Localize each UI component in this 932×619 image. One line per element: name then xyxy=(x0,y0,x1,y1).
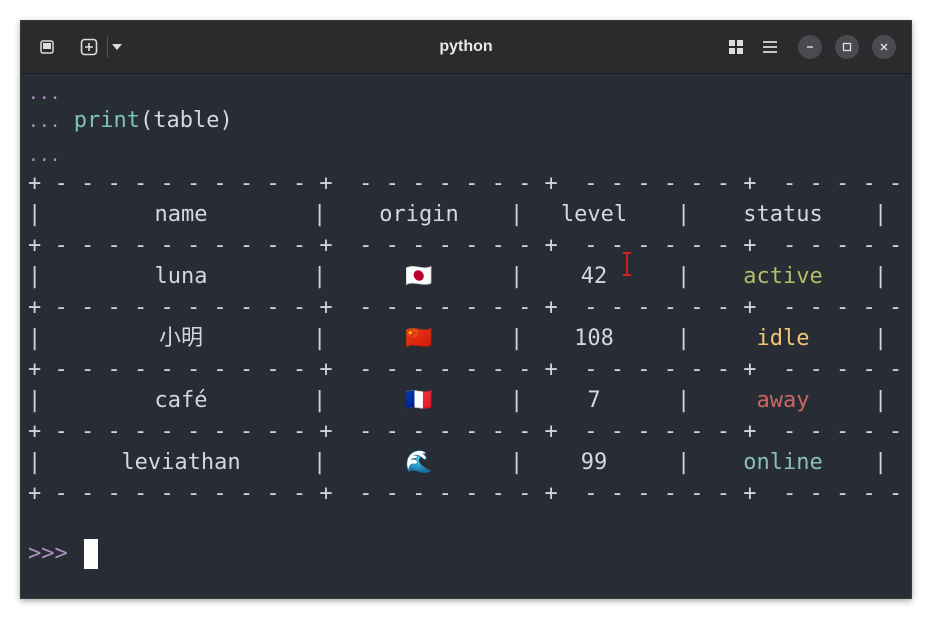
table-separator: | xyxy=(313,264,327,289)
row-1-cell-level: 42 xyxy=(580,264,608,289)
table-separator: | xyxy=(28,264,42,289)
command-line: ... print(table) xyxy=(28,109,233,133)
table-separator: | xyxy=(677,202,691,227)
close-icon xyxy=(880,43,888,51)
continuation-prompt: ... xyxy=(28,111,61,132)
row-1-cell-origin: 🇯🇵 xyxy=(405,264,433,289)
table-separator: | xyxy=(874,264,888,289)
table-separator: | xyxy=(313,388,327,413)
row-2-cell-status: idle xyxy=(756,326,810,351)
table-separator: | xyxy=(677,388,691,413)
command-args: (table) xyxy=(140,108,233,133)
row-3-cell-status: away xyxy=(756,388,810,413)
row-4-cell-origin: 🌊 xyxy=(405,450,433,475)
row-3-cell-name: café xyxy=(154,388,208,413)
table-separator: | xyxy=(677,450,691,475)
title-bar: python xyxy=(21,21,911,74)
terminal-window: python ... ... print(table) ... + - - - … xyxy=(20,20,912,599)
table-separator: | xyxy=(313,450,327,475)
ibeam-cursor-icon xyxy=(623,252,631,276)
terminal-output[interactable]: ... ... print(table) ... + - - - - - - -… xyxy=(21,74,911,598)
row-4-cell-level: 99 xyxy=(580,450,608,475)
row-4-cell-status: online xyxy=(743,450,823,475)
row-2-cell-name: 小明 xyxy=(158,326,203,351)
row-2-cell-origin: 🇨🇳 xyxy=(405,326,433,351)
row-3-cell-origin: 🇫🇷 xyxy=(405,388,433,413)
row-1-cell-name: luna xyxy=(154,264,208,289)
text-cursor xyxy=(84,539,98,569)
hamburger-menu-icon[interactable] xyxy=(759,36,781,58)
header-cell-status: status xyxy=(743,202,823,227)
table-border: + - - - - - - - - - - + - - - - - - - + … xyxy=(28,357,912,382)
table-border: + - - - - - - - - - - + - - - - - - - + … xyxy=(28,295,912,320)
table-separator: | xyxy=(874,326,888,351)
table-separator: | xyxy=(28,388,42,413)
close-button[interactable] xyxy=(872,35,896,59)
table-separator: | xyxy=(677,264,691,289)
header-cell-level: level xyxy=(560,202,628,227)
row-1-cell-status: active xyxy=(743,264,823,289)
table-separator: | xyxy=(313,326,327,351)
header-cell-origin: origin xyxy=(379,202,459,227)
table-border: + - - - - - - - - - - + - - - - - - - + … xyxy=(28,171,912,196)
row-2-cell-level: 108 xyxy=(574,326,614,351)
row-3-cell-level: 7 xyxy=(587,388,601,413)
minimize-icon xyxy=(807,46,813,48)
table-border: + - - - - - - - - - - + - - - - - - - + … xyxy=(28,233,912,258)
table-separator: | xyxy=(28,326,42,351)
tab-overview-icon[interactable] xyxy=(725,36,747,58)
table-separator: | xyxy=(874,450,888,475)
header-cell-name: name xyxy=(154,202,208,227)
table-separator: | xyxy=(313,202,327,227)
table-separator: | xyxy=(28,450,42,475)
continuation-prompt: ... xyxy=(28,145,61,166)
maximize-button[interactable] xyxy=(835,35,859,59)
table-separator: | xyxy=(874,202,888,227)
continuation-prompt: ... xyxy=(28,83,61,104)
table-separator: | xyxy=(874,388,888,413)
table-border: + - - - - - - - - - - + - - - - - - - + … xyxy=(28,419,912,444)
table-separator: | xyxy=(677,326,691,351)
prompt: >>> xyxy=(28,541,68,566)
minimize-button[interactable] xyxy=(798,35,822,59)
table-separator: | xyxy=(28,202,42,227)
command-function: print xyxy=(73,108,140,133)
maximize-icon xyxy=(842,42,852,52)
table-border: + - - - - - - - - - - + - - - - - - - + … xyxy=(28,481,912,506)
row-4-cell-name: leviathan xyxy=(121,450,241,475)
